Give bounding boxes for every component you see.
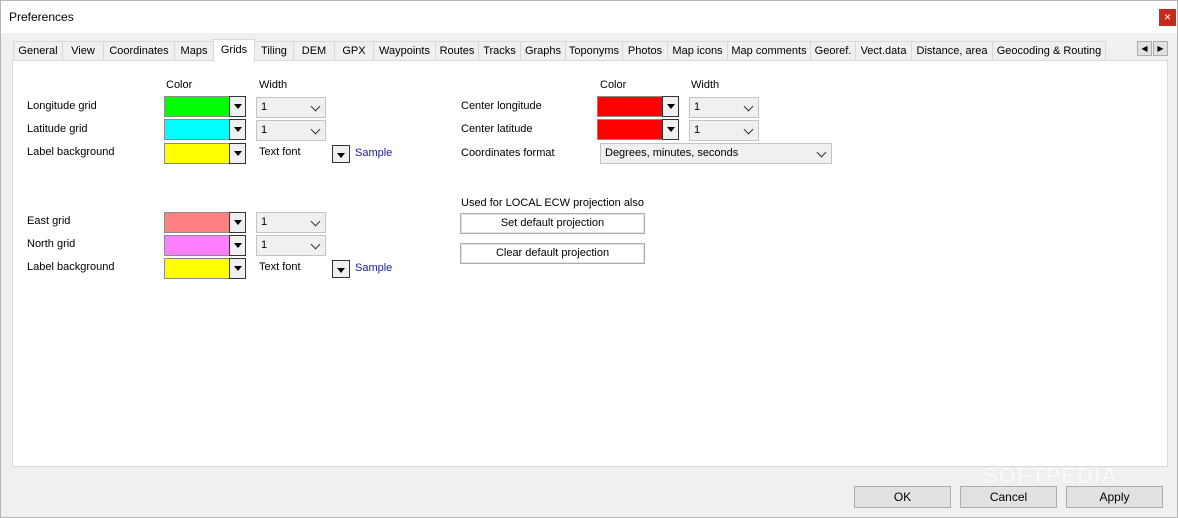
proj-label-background-label: Label background (27, 261, 115, 273)
center-longitude-width-select[interactable]: 1 (689, 97, 759, 118)
color-header: Color (166, 79, 193, 91)
tab-toponyms[interactable]: Toponyms (565, 41, 623, 61)
grids-panel: Color Width Longitude grid 1 Latitude gr… (12, 60, 1168, 467)
proj-text-font-label: Text font (259, 261, 301, 273)
preferences-window: Preferences × ◀ ▶ General View Coordinates… (0, 0, 1178, 518)
latitude-grid-label: Latitude grid (27, 123, 88, 135)
coordinates-format-value: Degrees, minutes, seconds (605, 147, 739, 159)
north-grid-width-select[interactable]: 1 (256, 235, 326, 256)
tab-strip: ◀ ▶ General View Coordinates Maps Grids Tilin… (13, 39, 1171, 62)
geo-text-font-label: Text font (259, 146, 301, 158)
chevron-down-icon (310, 239, 321, 250)
center-latitude-color-swatch[interactable] (597, 119, 663, 140)
chevron-down-icon (310, 101, 321, 112)
center-width-header: Width (691, 79, 720, 91)
north-grid-label: North grid (27, 238, 76, 250)
coordinates-format-select[interactable]: Degrees, minutes, seconds (600, 143, 832, 164)
chevron-down-icon (310, 124, 321, 135)
center-latitude-color-dropdown-button[interactable] (662, 119, 679, 140)
tab-view[interactable]: View (62, 41, 104, 61)
tab-scroll-right-button[interactable]: ▶ (1153, 41, 1168, 56)
latitude-grid-color-swatch[interactable] (164, 119, 230, 140)
apply-button[interactable]: Apply (1066, 486, 1163, 508)
width-header: Width (259, 79, 288, 91)
proj-label-background-color-swatch[interactable] (164, 258, 230, 279)
longitude-grid-width-select[interactable]: 1 (256, 97, 326, 118)
window-title: Preferences (9, 10, 74, 24)
tab-maps[interactable]: Maps (174, 41, 214, 61)
center-longitude-color-dropdown-button[interactable] (662, 96, 679, 117)
geo-font-sample: Sample (355, 147, 393, 159)
tab-map-icons[interactable]: Map icons (667, 41, 728, 61)
chevron-down-icon (743, 124, 754, 135)
clear-default-projection-button[interactable]: Clear default projection (460, 243, 645, 264)
tab-photos[interactable]: Photos (622, 41, 668, 61)
longitude-grid-color-dropdown-button[interactable] (229, 96, 246, 117)
tab-graphs[interactable]: Graphs (520, 41, 566, 61)
title-bar: Preferences × (1, 1, 1177, 33)
tab-general[interactable]: General (13, 41, 63, 61)
chevron-down-icon (310, 216, 321, 227)
tab-vect-data[interactable]: Vect.data (855, 41, 912, 61)
chevron-down-icon (816, 147, 827, 158)
center-latitude-width-value: 1 (694, 124, 701, 136)
latitude-grid-width-value: 1 (261, 124, 268, 136)
tab-georef[interactable]: Georef. (810, 41, 856, 61)
longitude-grid-label: Longitude grid (27, 100, 97, 112)
close-button[interactable]: × (1159, 9, 1176, 26)
center-latitude-label: Center latitude (461, 123, 533, 135)
cancel-button[interactable]: Cancel (960, 486, 1057, 508)
proj-label-background-color-dropdown-button[interactable] (229, 258, 246, 279)
local-ecw-caption: Used for LOCAL ECW projection also (461, 197, 644, 209)
north-grid-color-dropdown-button[interactable] (229, 235, 246, 256)
chevron-down-icon (743, 101, 754, 112)
tab-tracks[interactable]: Tracks (478, 41, 521, 61)
longitude-grid-width-value: 1 (261, 101, 268, 113)
geo-label-background-color-swatch[interactable] (164, 143, 230, 164)
coordinates-format-label: Coordinates format (461, 147, 555, 159)
tab-geocoding-routing[interactable]: Geocoding & Routing (992, 41, 1106, 61)
center-longitude-label: Center longitude (461, 100, 542, 112)
east-grid-label: East grid (27, 215, 71, 227)
center-latitude-width-select[interactable]: 1 (689, 120, 759, 141)
east-grid-color-dropdown-button[interactable] (229, 212, 246, 233)
geo-text-font-button[interactable] (332, 145, 350, 163)
tab-coordinates[interactable]: Coordinates (103, 41, 175, 61)
tab-map-comments[interactable]: Map comments (727, 41, 811, 61)
tab-scroll-left-button[interactable]: ◀ (1137, 41, 1152, 56)
ok-button[interactable]: OK (854, 486, 951, 508)
tab-dem[interactable]: DEM (293, 41, 335, 61)
tab-distance-area[interactable]: Distance, area (911, 41, 993, 61)
north-grid-width-value: 1 (261, 239, 268, 251)
tab-routes[interactable]: Routes (435, 41, 479, 61)
latitude-grid-width-select[interactable]: 1 (256, 120, 326, 141)
set-default-projection-button[interactable]: Set default projection (460, 213, 645, 234)
north-grid-color-swatch[interactable] (164, 235, 230, 256)
east-grid-width-select[interactable]: 1 (256, 212, 326, 233)
east-grid-color-swatch[interactable] (164, 212, 230, 233)
tab-waypoints[interactable]: Waypoints (373, 41, 436, 61)
tab-gpx[interactable]: GPX (334, 41, 374, 61)
tab-tiling[interactable]: Tiling (254, 41, 294, 61)
geo-label-background-label: Label background (27, 146, 115, 158)
proj-text-font-button[interactable] (332, 260, 350, 278)
longitude-grid-color-swatch[interactable] (164, 96, 230, 117)
latitude-grid-color-dropdown-button[interactable] (229, 119, 246, 140)
proj-font-sample: Sample (355, 262, 393, 274)
east-grid-width-value: 1 (261, 216, 268, 228)
center-color-header: Color (600, 79, 627, 91)
center-longitude-color-swatch[interactable] (597, 96, 663, 117)
center-longitude-width-value: 1 (694, 101, 701, 113)
geo-label-background-color-dropdown-button[interactable] (229, 143, 246, 164)
tab-grids[interactable]: Grids (213, 39, 255, 62)
